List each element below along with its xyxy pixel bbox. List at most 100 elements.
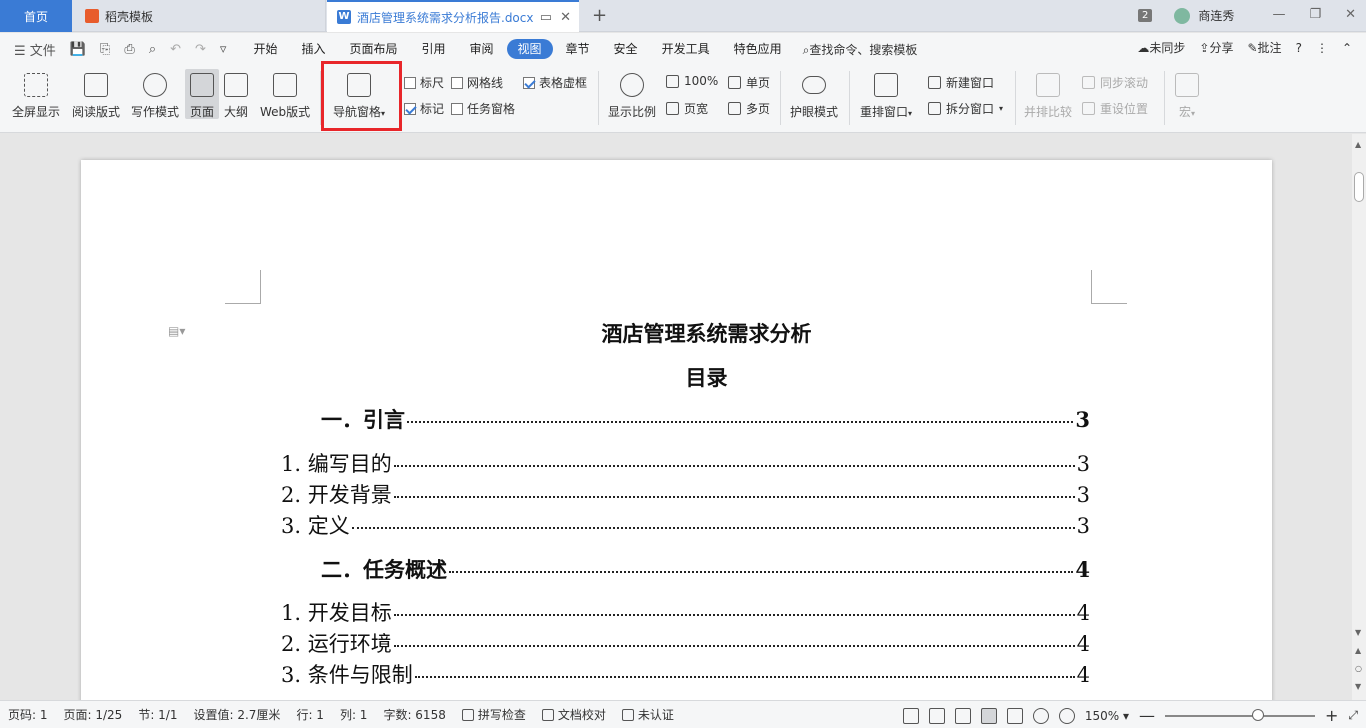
menu-tab-0[interactable]: 开始 (242, 39, 288, 59)
zoom-100-button[interactable]: 100% (666, 74, 718, 88)
menu-tab-3[interactable]: 引用 (410, 39, 456, 59)
status-section[interactable]: 节: 1/1 (130, 706, 185, 723)
vertical-scrollbar[interactable]: ▲ ▼ ▲ ○ ▼ (1352, 134, 1366, 700)
zoom-slider[interactable] (1164, 708, 1315, 721)
menu-tab-7[interactable]: 安全 (603, 39, 649, 59)
eye-mode-status-icon[interactable] (1058, 707, 1075, 724)
status-setting[interactable]: 设置值: 2.7厘米 (185, 706, 288, 723)
document-canvas[interactable]: ▤▾ 酒店管理系统需求分析 目录 一．引言 3 1. 编写目的 3 2. 开发背景 3 3.… (0, 134, 1352, 700)
toc-entry[interactable]: 3. 定义 3 (281, 510, 1090, 540)
comment-button[interactable]: ✎批注 (1247, 39, 1281, 56)
macro-button[interactable]: 宏▾ (1175, 73, 1199, 120)
doc-check-button[interactable]: 文档校对 (534, 706, 614, 723)
new-window-button[interactable]: 新建窗口 (928, 74, 994, 91)
share-button[interactable]: ⇪分享 (1199, 39, 1233, 56)
zoom-button[interactable]: 显示比例 (608, 73, 656, 120)
toc-entry[interactable]: 2. 开发背景 3 (281, 479, 1090, 509)
toc-entry[interactable]: 二．任务概述 4 (321, 554, 1090, 584)
restore-icon[interactable]: ❐ (1309, 7, 1321, 22)
page-width-button[interactable]: 页宽 (666, 100, 708, 117)
tab-home[interactable]: 首页 (0, 0, 72, 32)
gridlines-checkbox[interactable]: 网格线 (451, 74, 503, 91)
menu-tab-6[interactable]: 章节 (555, 39, 601, 59)
next-page-icon[interactable]: ▼ (1355, 682, 1361, 691)
outline-view-status-icon[interactable] (1006, 707, 1023, 724)
split-window-button[interactable]: 拆分窗口 ▾ (928, 100, 1003, 117)
document-page[interactable]: ▤▾ 酒店管理系统需求分析 目录 一．引言 3 1. 编写目的 3 2. 开发背景 3 3.… (81, 160, 1272, 700)
task-pane-checkbox[interactable]: 任务窗格 (451, 100, 515, 117)
arrange-windows-button[interactable]: 重排窗口▾ (860, 73, 912, 120)
print-preview-icon[interactable]: ⌕ (149, 42, 156, 57)
more-icon[interactable]: ⋮ (1316, 41, 1328, 55)
select-browse-icon[interactable]: ○ (1355, 664, 1362, 673)
reset-position-button[interactable]: 重设位置 (1082, 100, 1148, 117)
redo-icon[interactable]: ↷ (195, 42, 206, 57)
menu-tab-2[interactable]: 页面布局 (338, 39, 408, 59)
menu-tab-5[interactable]: 视图 (506, 39, 553, 59)
outline-view-button[interactable]: 大纲 (224, 73, 248, 120)
sync-button[interactable]: ☁未同步 (1137, 39, 1185, 56)
quick-access-dropdown-icon[interactable]: ▿ (220, 42, 227, 57)
close-tab-icon[interactable]: ✕ (560, 11, 571, 24)
side-by-side-button[interactable]: 并排比较 (1024, 73, 1072, 120)
zoom-in-icon[interactable]: + (1325, 706, 1338, 725)
close-window-icon[interactable]: ✕ (1345, 7, 1356, 22)
reading-view-icon[interactable] (928, 707, 945, 724)
single-page-button[interactable]: 单页 (728, 74, 770, 91)
search-command[interactable]: ⌕查找命令、搜索模板 (803, 41, 918, 58)
scroll-up-icon[interactable]: ▲ (1355, 140, 1361, 149)
page-view-button[interactable]: 页面 (190, 73, 214, 120)
new-tab-icon[interactable]: + (592, 5, 607, 26)
web-view-button[interactable]: Web版式 (260, 73, 310, 120)
fullscreen-button[interactable]: 全屏显示 (12, 73, 60, 120)
writing-view-icon[interactable] (954, 707, 971, 724)
ruler-check[interactable] (404, 76, 416, 89)
menu-tab-4[interactable]: 审阅 (459, 39, 505, 59)
sync-scroll-button[interactable]: 同步滚动 (1082, 74, 1148, 91)
spell-check-button[interactable]: 拼写检查 (454, 706, 534, 723)
format-painter-icon[interactable]: ⎘ (100, 42, 110, 57)
marks-check[interactable] (404, 102, 416, 115)
zoom-slider-knob[interactable] (1251, 708, 1264, 721)
ruler-checkbox[interactable]: 标尺 (404, 74, 444, 91)
user-name[interactable]: 商连秀 (1198, 7, 1234, 24)
status-pages[interactable]: 页面: 1/25 (56, 706, 131, 723)
status-line[interactable]: 行: 1 (288, 706, 332, 723)
writing-mode-button[interactable]: 写作模式 (131, 73, 179, 120)
zoom-level[interactable]: 150% ▾ (1085, 709, 1129, 723)
avatar[interactable] (1174, 7, 1191, 24)
table-frame-check[interactable] (523, 76, 535, 89)
toc-entry[interactable]: 3. 条件与限制 4 (281, 659, 1090, 689)
float-window-icon[interactable]: ▭ (540, 11, 552, 24)
status-page-number[interactable]: 页码: 1 (0, 706, 56, 723)
menu-tab-9[interactable]: 特色应用 (723, 39, 793, 59)
minimize-icon[interactable]: — (1272, 7, 1285, 22)
toc-entry[interactable]: 2. 运行环境 4 (281, 628, 1090, 658)
prev-page-icon[interactable]: ▲ (1355, 646, 1361, 655)
reading-view-button[interactable]: 阅读版式 (72, 73, 120, 120)
tab-document[interactable]: W 酒店管理系统需求分析报告.docx ▭ ✕ (327, 0, 579, 32)
scroll-down-icon[interactable]: ▼ (1355, 628, 1361, 637)
save-icon[interactable]: 💾 (70, 42, 86, 57)
print-icon[interactable]: ⎙ (124, 42, 134, 57)
gridlines-check[interactable] (451, 76, 463, 89)
status-word-count[interactable]: 字数: 6158 (375, 706, 453, 723)
toc-entry[interactable]: 1. 编写目的 3 (281, 448, 1090, 478)
fullscreen-view-icon[interactable] (902, 707, 919, 724)
menu-tab-8[interactable]: 开发工具 (651, 39, 721, 59)
certification-button[interactable]: 未认证 (614, 706, 682, 723)
marks-checkbox[interactable]: 标记 (404, 100, 444, 117)
eye-mode-button[interactable]: 护眼模式 (790, 73, 838, 120)
page-view-status-icon[interactable] (980, 707, 997, 724)
toc-entry[interactable]: 一．引言 3 (321, 404, 1090, 434)
fit-window-icon[interactable]: ⤢ (1348, 708, 1358, 723)
status-column[interactable]: 列: 1 (332, 706, 376, 723)
help-icon[interactable]: ? (1296, 41, 1302, 55)
menu-tab-1[interactable]: 插入 (290, 39, 336, 59)
file-menu[interactable]: ☰ 文件 (14, 40, 56, 59)
undo-icon[interactable]: ↶ (170, 42, 181, 57)
tab-template[interactable]: 稻壳模板 (73, 0, 326, 32)
web-view-status-icon[interactable] (1032, 707, 1049, 724)
zoom-out-icon[interactable]: — (1139, 706, 1155, 725)
table-frame-checkbox[interactable]: 表格虚框 (523, 74, 587, 91)
